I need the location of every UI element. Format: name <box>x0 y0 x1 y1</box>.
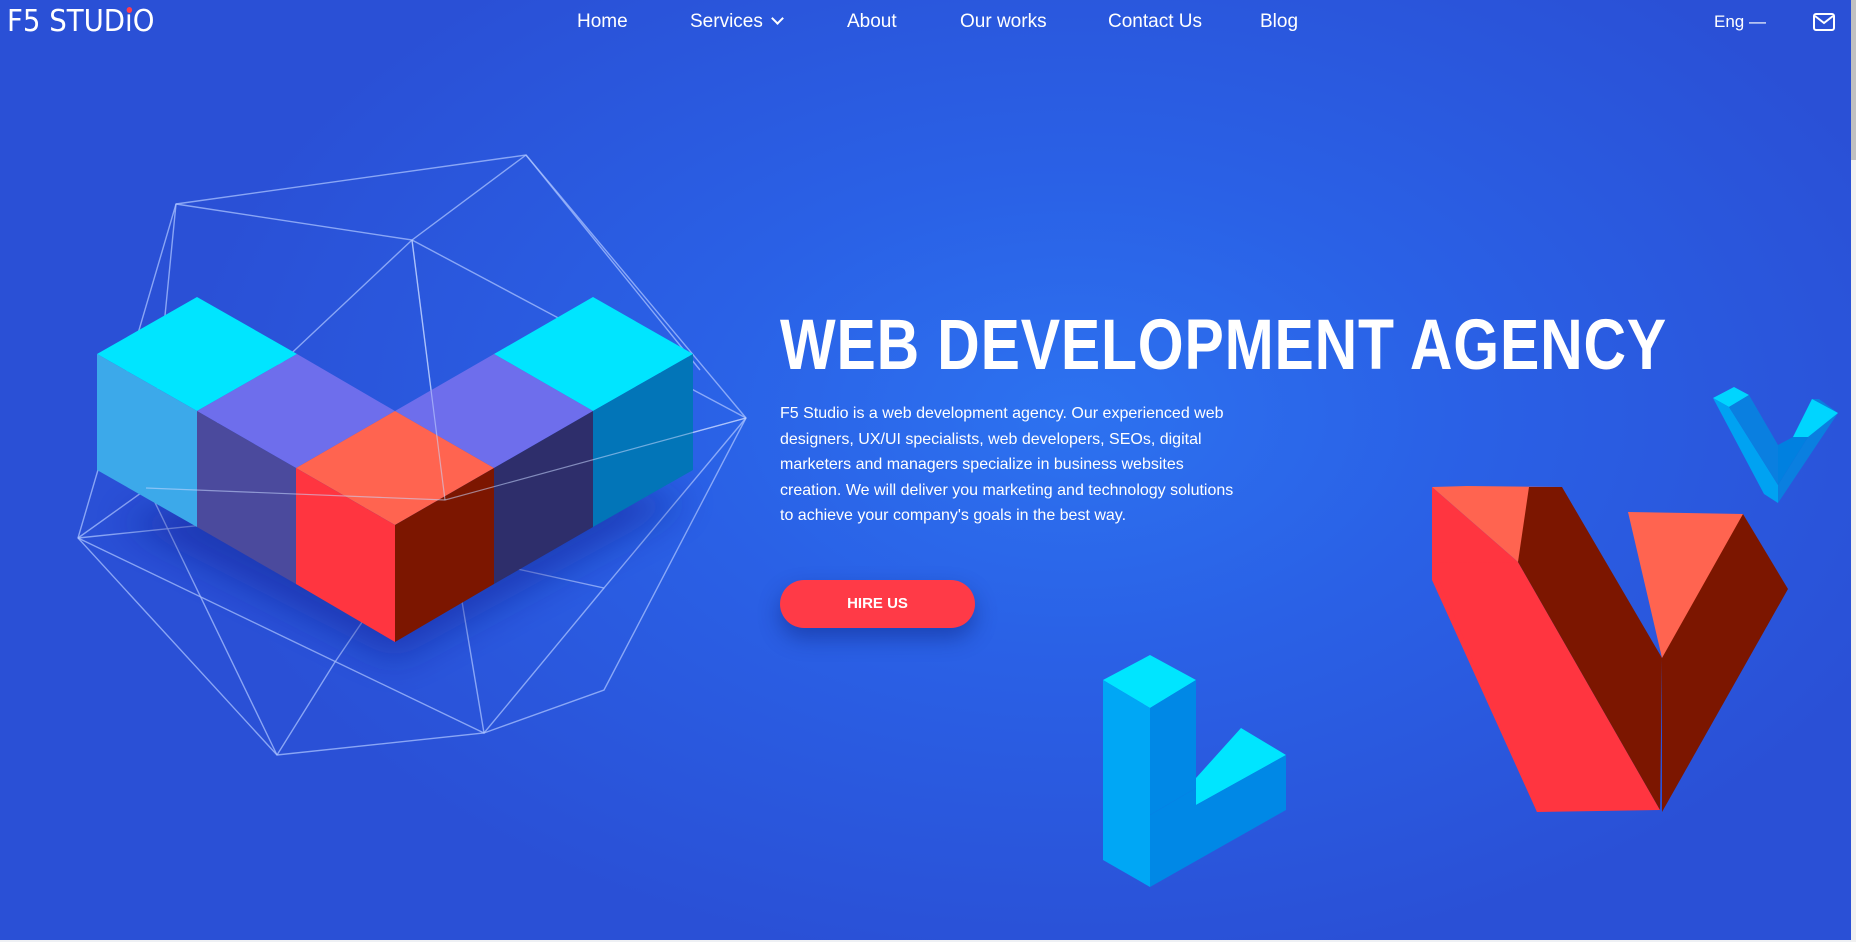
big-v-shape <box>1432 486 1788 812</box>
logo-text: F5 STUD <box>7 4 126 39</box>
small-v-shape <box>1713 387 1838 503</box>
logo-last-letter: O <box>132 4 155 39</box>
hero-description: F5 Studio is a web development agency. O… <box>780 405 1234 524</box>
hire-us-button[interactable]: HIRE US <box>780 580 975 628</box>
nav-about[interactable]: About <box>847 11 897 33</box>
nav-blog[interactable]: Blog <box>1260 11 1298 33</box>
nav-services-label: Services <box>690 11 763 32</box>
nav-our-works[interactable]: Our works <box>960 11 1047 33</box>
logo[interactable]: F5 STUDı O <box>7 4 154 39</box>
language-switcher[interactable]: Eng — <box>1714 12 1766 32</box>
envelope-icon[interactable] <box>1813 13 1835 31</box>
hero-title: WEB DEVELOPMENT AGENCY <box>780 306 1667 385</box>
l-shape <box>1103 655 1286 887</box>
hero-section: F5 STUDı O Home Services About Our works … <box>0 0 1851 942</box>
nav-home[interactable]: Home <box>577 11 628 33</box>
logo-red-dot <box>126 7 133 13</box>
logo-i: ı <box>125 4 133 39</box>
nav-contact-us[interactable]: Contact Us <box>1108 11 1202 33</box>
nav-services[interactable]: Services <box>690 11 784 33</box>
page: F5 STUDı O Home Services About Our works … <box>0 0 1856 942</box>
scrollbar-thumb[interactable] <box>1851 0 1856 160</box>
chevron-down-icon <box>770 12 784 25</box>
